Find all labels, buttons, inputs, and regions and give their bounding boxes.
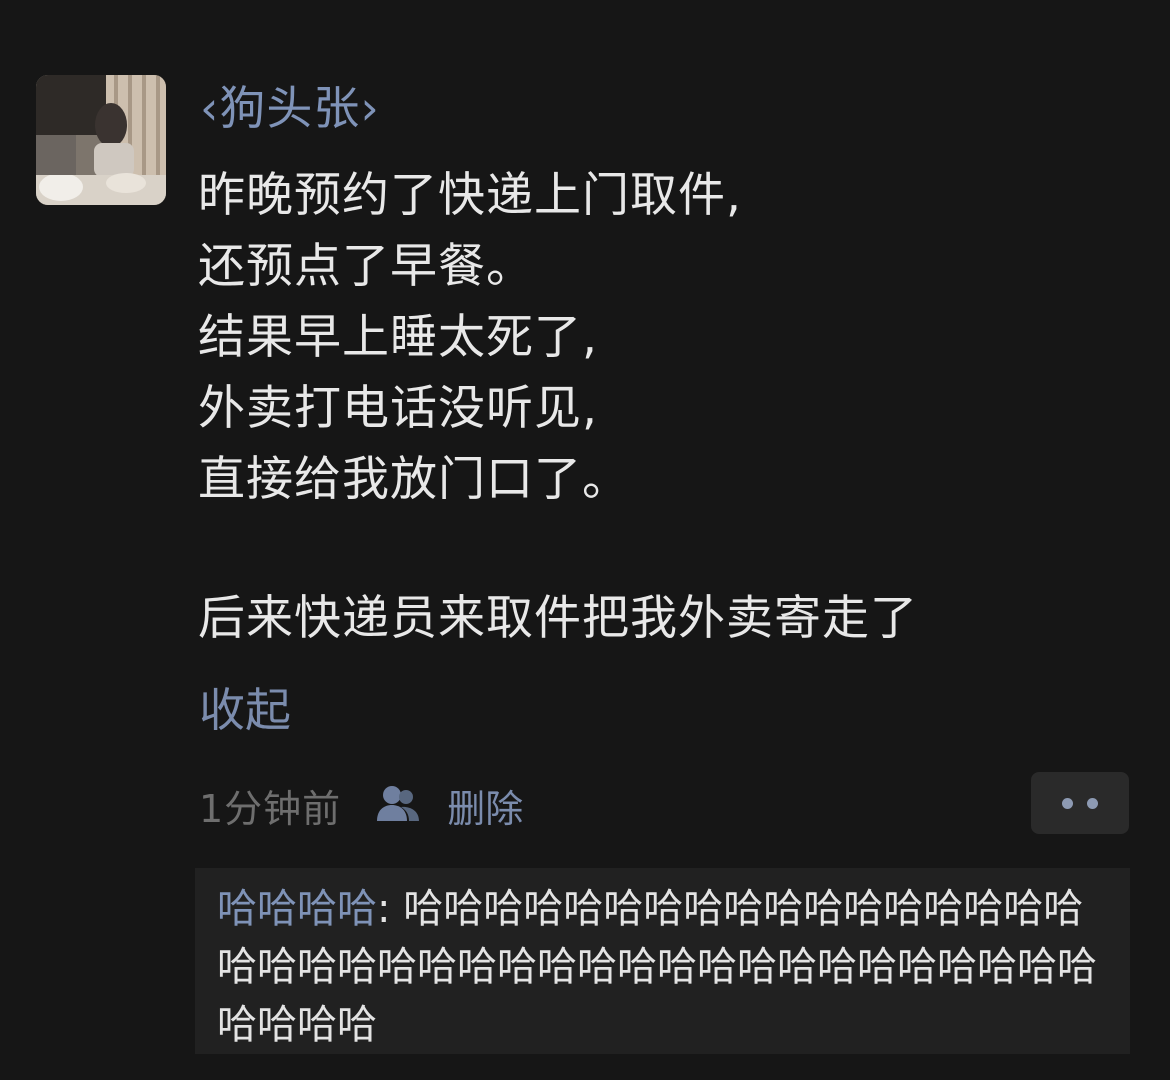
post-line: 后来快递员来取件把我外卖寄走了	[198, 591, 918, 646]
post-meta: 1分钟前 删除	[199, 775, 523, 835]
comment-author[interactable]: 哈哈哈哈	[217, 886, 377, 932]
more-dots-icon	[1062, 797, 1073, 809]
post-line: 还预点了早餐。	[198, 239, 534, 294]
comment[interactable]: 哈哈哈哈: 哈哈哈哈哈哈哈哈哈哈哈哈哈哈哈哈哈哈哈哈哈哈哈哈哈哈哈哈哈哈哈哈哈哈…	[217, 880, 1110, 1054]
post-line: 外卖打电话没听见,	[198, 381, 598, 436]
delete-button[interactable]: 删除	[447, 778, 523, 833]
collapse-link[interactable]: 收起	[199, 680, 291, 740]
friends-icon[interactable]	[375, 783, 421, 827]
post-line: 结果早上睡太死了,	[198, 310, 598, 365]
post-line: 昨晚预约了快递上门取件,	[198, 168, 742, 223]
avatar-photo	[36, 75, 166, 205]
moments-post-page: ‹狗头张› 昨晚预约了快递上门取件, 还预点了早餐。 结果早上睡太死了, 外卖打…	[0, 0, 1170, 1080]
more-button[interactable]	[1031, 772, 1129, 834]
more-dots-icon	[1087, 797, 1098, 809]
comment-box: 哈哈哈哈: 哈哈哈哈哈哈哈哈哈哈哈哈哈哈哈哈哈哈哈哈哈哈哈哈哈哈哈哈哈哈哈哈哈哈…	[195, 868, 1130, 1054]
avatar[interactable]	[36, 75, 166, 205]
post-line: 直接给我放门口了。	[198, 452, 630, 507]
username[interactable]: ‹狗头张›	[200, 78, 380, 138]
comment-separator: :	[377, 886, 404, 932]
post-content: 昨晚预约了快递上门取件, 还预点了早餐。 结果早上睡太死了, 外卖打电话没听见,…	[198, 160, 1128, 654]
timestamp: 1分钟前	[199, 786, 342, 831]
